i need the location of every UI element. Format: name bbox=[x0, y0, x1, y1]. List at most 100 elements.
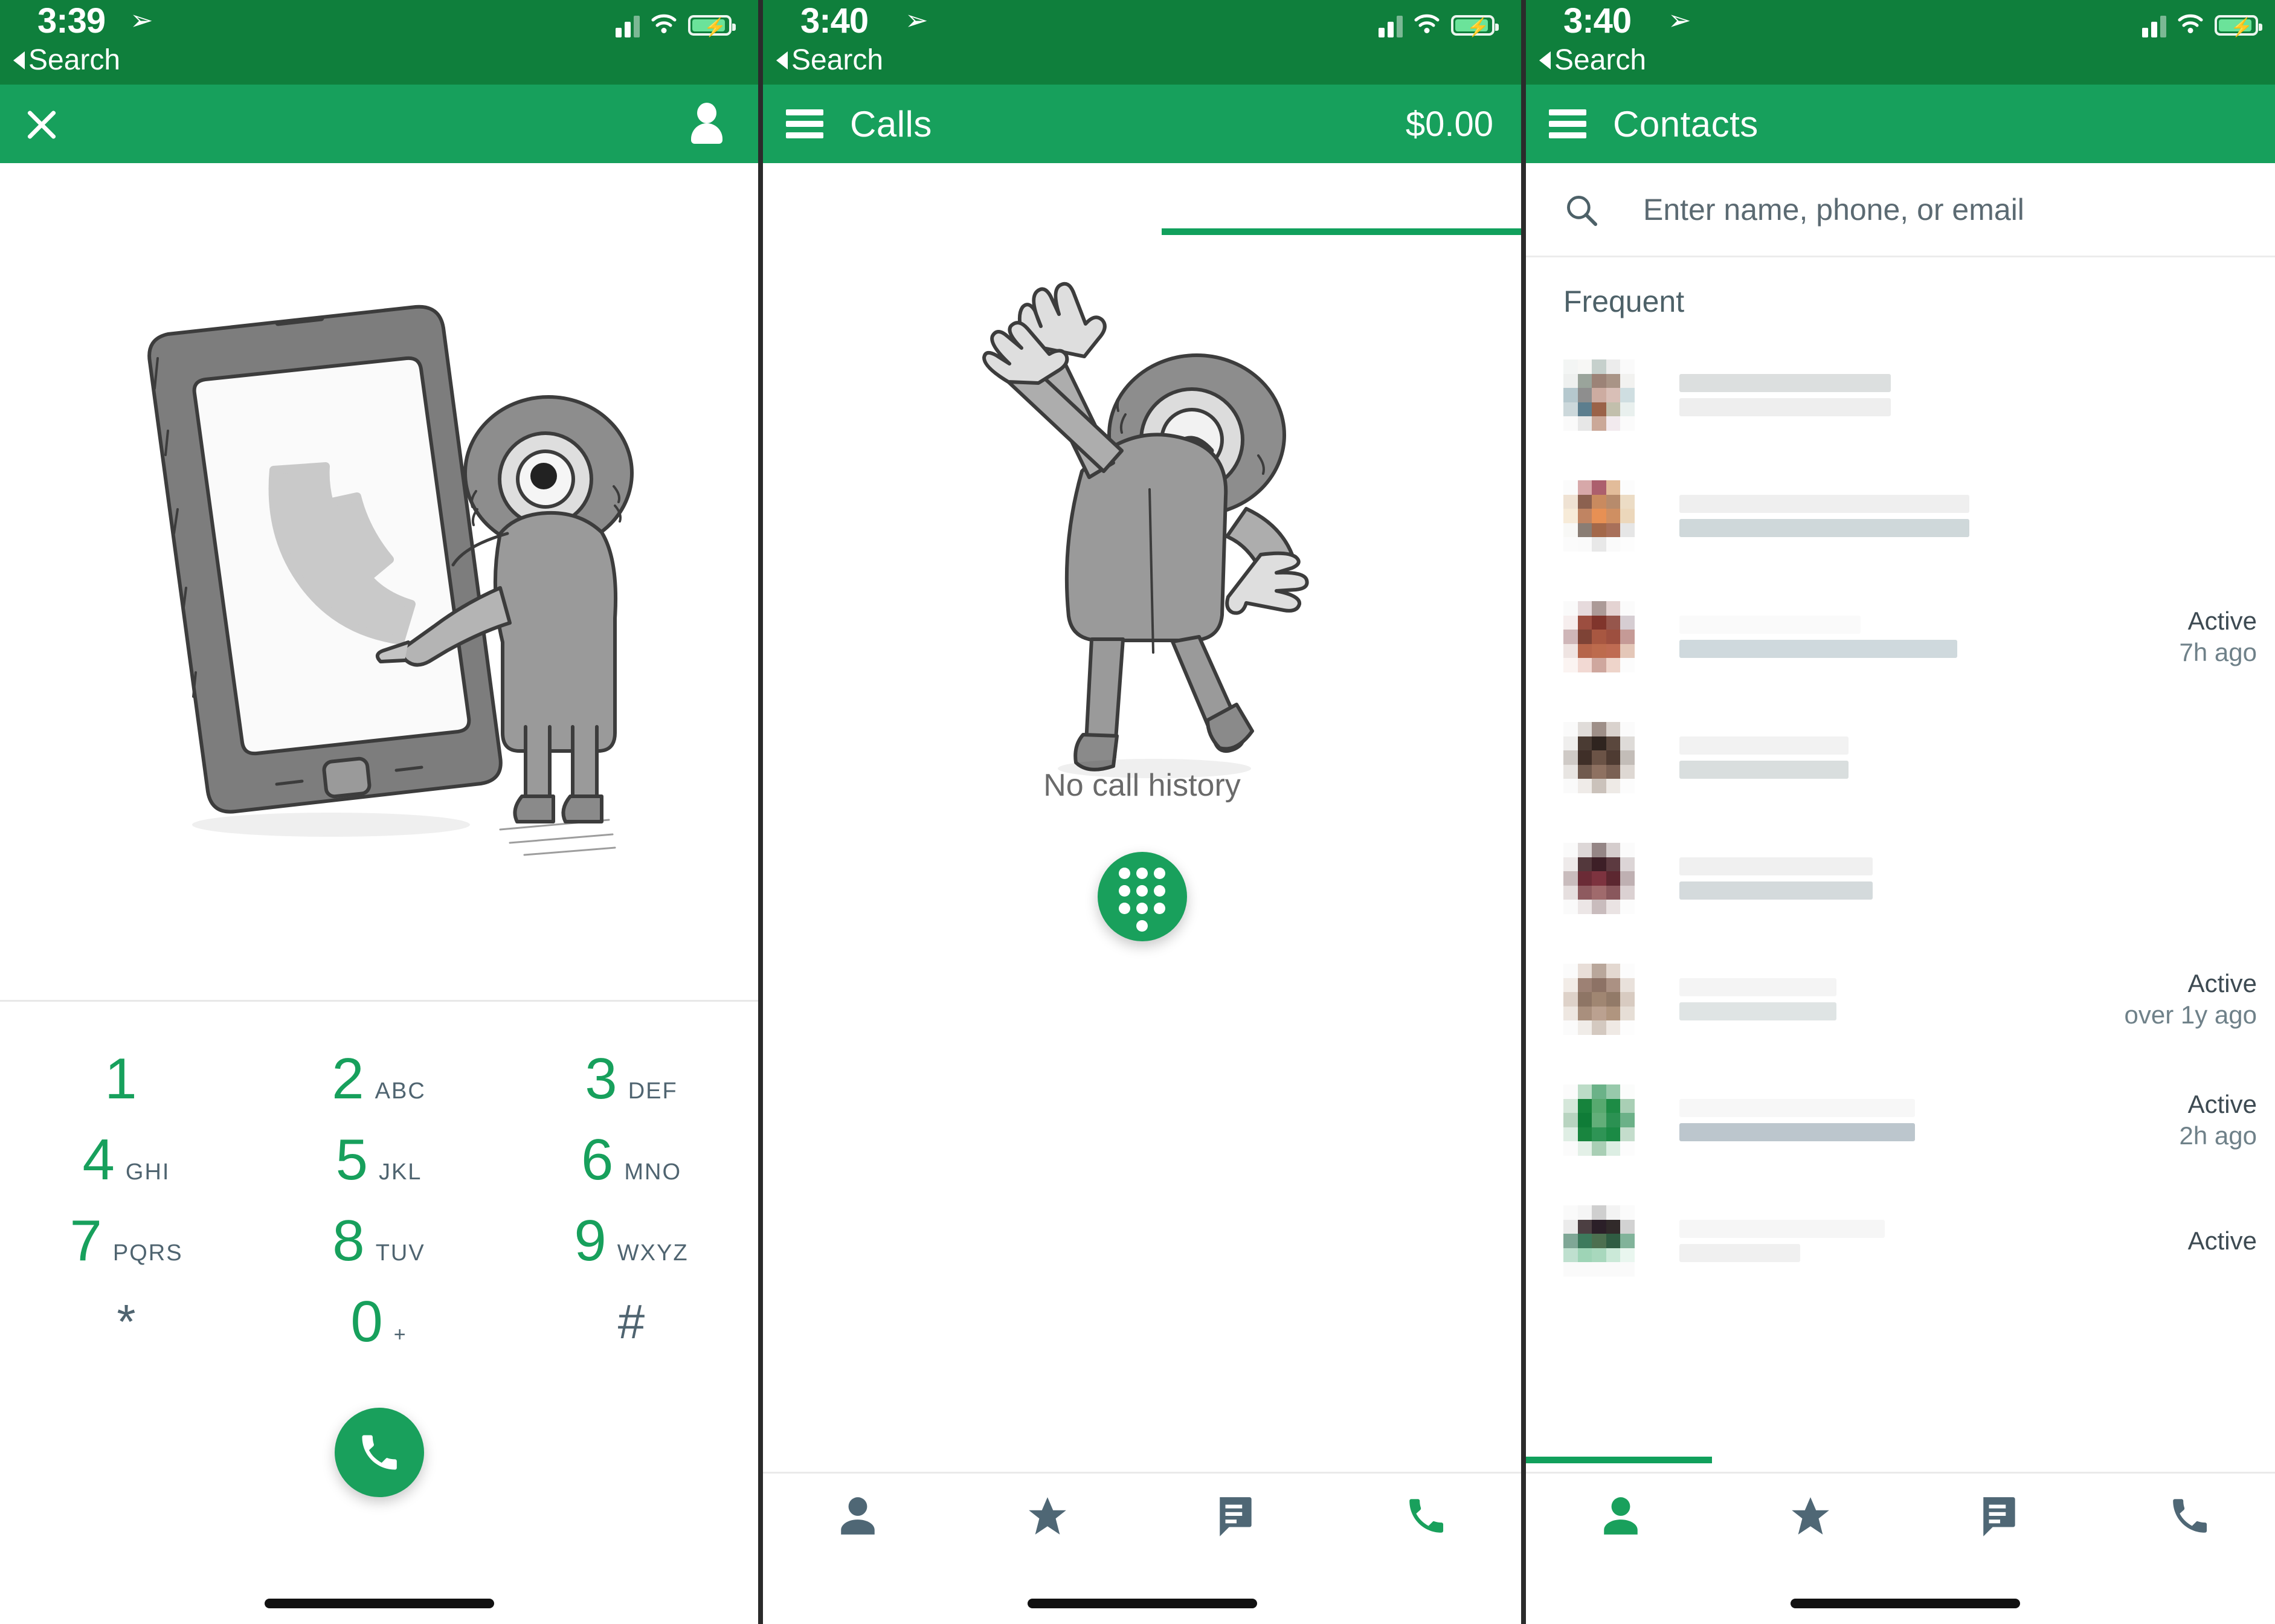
contact-row[interactable] bbox=[1526, 456, 2275, 576]
person-icon[interactable] bbox=[688, 103, 726, 145]
dialpad-key-2[interactable]: 2 ABC bbox=[253, 1049, 505, 1130]
contact-name-redacted bbox=[1679, 1220, 2176, 1262]
search-icon bbox=[1567, 195, 1598, 226]
dialpad: 1 2 ABC 3 DEF 4 GHI 5 JKL 6 MNO 7 PQRS 8… bbox=[0, 1002, 758, 1497]
hamburger-menu-icon[interactable] bbox=[786, 109, 823, 138]
account-balance[interactable]: $0.00 bbox=[1406, 104, 1493, 144]
dialpad-row: * 0 + # bbox=[0, 1292, 758, 1373]
avatar bbox=[1563, 1084, 1635, 1156]
calls-body: No call history bbox=[763, 163, 1521, 1624]
tab-calls[interactable] bbox=[2095, 1494, 2275, 1538]
three-phone-screenshots: 3:39 ➢ ⚡ Search 1 2 ABC 3 DEF 4 GHI 5 JK… bbox=[0, 0, 2275, 1624]
status-time: 3:40 bbox=[1563, 1, 1632, 40]
panel-separator bbox=[758, 0, 763, 1624]
contact-row[interactable]: Active bbox=[1526, 1181, 2275, 1301]
contact-search-bar[interactable] bbox=[1526, 163, 2275, 257]
back-to-search-link[interactable]: Search bbox=[776, 44, 883, 77]
back-to-search-link[interactable]: Search bbox=[1539, 44, 1646, 77]
back-label: Search bbox=[791, 44, 884, 76]
key-digit: 3 bbox=[585, 1046, 617, 1111]
key-digit: 5 bbox=[335, 1127, 368, 1192]
dialpad-key-1[interactable]: 1 bbox=[0, 1049, 253, 1130]
tab-contacts[interactable] bbox=[1526, 1494, 1716, 1538]
dialpad-key-6[interactable]: 6 MNO bbox=[505, 1130, 758, 1211]
status-bar: 3:40 ➢ ⚡ Search bbox=[1526, 0, 2275, 85]
person-icon bbox=[841, 1497, 875, 1535]
contact-name-redacted bbox=[1679, 736, 2245, 779]
dialpad-key-7[interactable]: 7 PQRS bbox=[0, 1211, 253, 1292]
key-digit: 7 bbox=[69, 1208, 102, 1273]
phone-icon bbox=[2173, 1499, 2207, 1533]
key-letters: ABC bbox=[375, 1078, 426, 1104]
section-header-frequent: Frequent bbox=[1563, 285, 1685, 318]
key-digit: 1 bbox=[105, 1046, 137, 1111]
status-bar: 3:40 ➢ ⚡ Search bbox=[763, 0, 1521, 85]
status-indicators: ⚡ bbox=[616, 13, 736, 37]
contact-activity: Active bbox=[2188, 1225, 2257, 1257]
dialpad-key-9[interactable]: 9 WXYZ bbox=[505, 1211, 758, 1292]
contact-row[interactable]: Active over 1y ago bbox=[1526, 939, 2275, 1060]
dialpad-key-hash[interactable]: # bbox=[505, 1292, 758, 1373]
dialpad-key-8[interactable]: 8 TUV bbox=[253, 1211, 505, 1292]
battery-charging-icon: ⚡ bbox=[1451, 15, 1499, 37]
contact-row[interactable] bbox=[1526, 335, 2275, 456]
dialpad-key-3[interactable]: 3 DEF bbox=[505, 1049, 758, 1130]
tab-favorites[interactable] bbox=[1716, 1494, 1905, 1538]
wifi-icon bbox=[2178, 14, 2203, 33]
close-icon[interactable] bbox=[23, 105, 60, 143]
contact-activity: Active 2h ago bbox=[2180, 1089, 2257, 1152]
dialer-app-bar bbox=[0, 85, 758, 163]
dialpad-key-star[interactable]: * bbox=[0, 1292, 253, 1373]
tab-calls[interactable] bbox=[1331, 1494, 1521, 1538]
back-to-search-link[interactable]: Search bbox=[13, 44, 120, 77]
avatar bbox=[1563, 359, 1635, 431]
cellular-signal-icon bbox=[1379, 13, 1403, 37]
status-time: 2h ago bbox=[2179, 1121, 2257, 1150]
open-dialpad-button[interactable] bbox=[1097, 852, 1187, 941]
contact-row[interactable]: Active 7h ago bbox=[1526, 576, 2275, 697]
calls-app-bar: Calls $0.00 bbox=[763, 85, 1521, 163]
back-triangle-icon bbox=[13, 51, 25, 69]
dialpad-key-5[interactable]: 5 JKL bbox=[253, 1130, 505, 1211]
status-bar: 3:39 ➢ ⚡ Search bbox=[0, 0, 758, 85]
home-indicator bbox=[1791, 1599, 2020, 1608]
contact-name-redacted bbox=[1679, 857, 2245, 900]
tab-messages[interactable] bbox=[1142, 1494, 1332, 1538]
status-indicators: ⚡ bbox=[2142, 13, 2262, 37]
back-triangle-icon bbox=[776, 51, 788, 69]
tab-messages[interactable] bbox=[1905, 1494, 2095, 1538]
avatar bbox=[1563, 843, 1635, 914]
contacts-list: Active 7h ago Active over 1y ago Active … bbox=[1526, 335, 2275, 1301]
search-input[interactable] bbox=[1643, 192, 2126, 227]
location-arrow-icon: ➢ bbox=[130, 4, 153, 36]
cellular-signal-icon bbox=[2142, 13, 2166, 37]
contact-row[interactable] bbox=[1526, 818, 2275, 939]
contact-name-redacted bbox=[1679, 374, 2245, 416]
dialpad-key-4[interactable]: 4 GHI bbox=[0, 1130, 253, 1211]
hamburger-menu-icon[interactable] bbox=[1549, 109, 1586, 138]
cellular-signal-icon bbox=[616, 13, 640, 37]
avatar bbox=[1563, 1205, 1635, 1277]
status-time: over 1y ago bbox=[2124, 1000, 2257, 1029]
key-letters: DEF bbox=[628, 1078, 678, 1104]
page-title: Contacts bbox=[1613, 103, 1759, 144]
key-digit: 6 bbox=[581, 1127, 614, 1192]
tab-contacts[interactable] bbox=[763, 1494, 953, 1538]
status-time: 3:40 bbox=[800, 1, 869, 40]
contact-row[interactable] bbox=[1526, 697, 2275, 818]
back-triangle-icon bbox=[1539, 51, 1551, 69]
dialpad-key-0[interactable]: 0 + bbox=[253, 1292, 505, 1373]
contact-row[interactable]: Active 2h ago bbox=[1526, 1060, 2275, 1181]
tab-favorites[interactable] bbox=[953, 1494, 1142, 1538]
status-label: Active bbox=[2187, 1090, 2257, 1118]
phone-icon bbox=[1409, 1499, 1444, 1533]
contact-name-redacted bbox=[1679, 1099, 2167, 1141]
panel-contacts: 3:40 ➢ ⚡ Search Contacts Enter name, pho… bbox=[1526, 0, 2275, 1624]
dialpad-row: 4 GHI 5 JKL 6 MNO bbox=[0, 1130, 758, 1211]
battery-charging-icon: ⚡ bbox=[688, 15, 736, 37]
celebrating-character-illustration bbox=[763, 272, 1521, 791]
avatar bbox=[1563, 964, 1635, 1035]
wifi-icon bbox=[651, 14, 677, 33]
call-button[interactable] bbox=[334, 1408, 424, 1497]
key-digit: 9 bbox=[574, 1208, 607, 1273]
